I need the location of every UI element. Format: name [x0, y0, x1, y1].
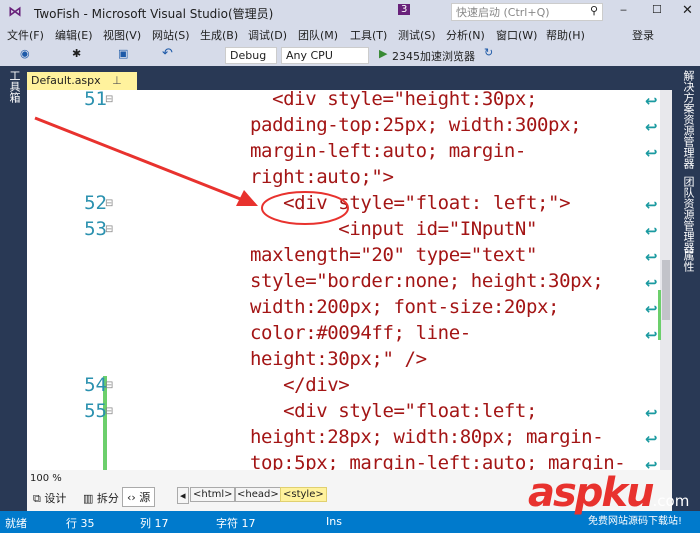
zoom-select[interactable]: 100 % — [30, 473, 62, 484]
login-link[interactable]: 登录 — [632, 27, 654, 43]
code-line: style="border:none; height:30px; — [250, 270, 604, 292]
window-title: TwoFish - Microsoft Visual Studio(管理员) — [34, 7, 274, 21]
menu-build[interactable]: 生成(B) — [200, 27, 238, 43]
split-view-button[interactable]: ▥ 拆分 — [83, 490, 119, 506]
menu-edit[interactable]: 编辑(E) — [55, 27, 93, 43]
split-label: 拆分 — [96, 492, 119, 505]
status-mode: Ins — [326, 515, 342, 528]
fold-icon[interactable]: ⊟ — [105, 406, 113, 417]
word-wrap-icon: ↩ — [645, 326, 658, 344]
watermark-suffix: .com — [652, 492, 690, 510]
crumb-style[interactable]: <style> — [280, 487, 327, 502]
refresh-icon[interactable]: ↻ — [484, 46, 493, 59]
scroll-change-marker — [658, 290, 661, 340]
status-ready: 就绪 — [5, 517, 27, 530]
search-icon: ⚲ — [589, 4, 598, 17]
menu-test[interactable]: 测试(S) — [398, 27, 436, 43]
properties-tab[interactable]: 属性 — [680, 250, 696, 272]
code-line: height:28px; width:80px; margin- — [250, 426, 604, 448]
source-label: 源 — [139, 491, 151, 504]
word-wrap-icon: ↩ — [645, 144, 658, 162]
word-wrap-icon: ↩ — [645, 456, 658, 470]
word-wrap-icon: ↩ — [645, 404, 658, 422]
pin-icon[interactable]: ⊥ — [112, 74, 122, 87]
word-wrap-icon: ↩ — [645, 196, 658, 214]
maximize-button[interactable]: ☐ — [652, 3, 662, 16]
watermark-slogan: 免费网站源码下载站! — [588, 516, 683, 527]
quick-launch-input[interactable]: 快速启动 (Ctrl+Q) ⚲ — [451, 3, 603, 21]
design-label: 设计 — [44, 492, 67, 505]
crumb-back-icon[interactable]: ◂ — [177, 487, 189, 504]
crumb-head[interactable]: <head> — [234, 487, 282, 502]
minimize-button[interactable]: ‒ — [620, 3, 627, 16]
status-char: 字符 17 — [216, 517, 256, 530]
crumb-html[interactable]: <html> — [190, 487, 236, 502]
solution-explorer-tab[interactable]: 解决方案资源管理器 — [680, 70, 696, 169]
code-line: maxlength="20" type="text" — [250, 244, 538, 266]
tab-default-aspx[interactable]: Default.aspx ⊥ × — [27, 72, 137, 100]
config-select[interactable]: Debug — [225, 47, 277, 64]
title-bar: ⋈ TwoFish - Microsoft Visual Studio(管理员)… — [0, 0, 700, 24]
toolbar: ◉ ✱ ▣ ↶ Debug Any CPU ▶ 2345加速浏览器 ↻ — [0, 44, 700, 66]
watermark-logo: aspku.com 免费网站源码下载站! — [528, 470, 690, 527]
code-line: width:200px; font-size:20px; — [250, 296, 560, 318]
platform-select[interactable]: Any CPU — [281, 47, 369, 64]
menu-view[interactable]: 视图(V) — [103, 27, 141, 43]
new-project-icon[interactable]: ✱ — [72, 47, 81, 60]
menu-file[interactable]: 文件(F) — [7, 27, 44, 43]
status-col: 列 17 — [140, 517, 169, 530]
word-wrap-icon: ↩ — [645, 274, 658, 292]
status-row: 行 35 — [66, 517, 95, 530]
source-view-button[interactable]: ‹› 源 — [122, 487, 156, 507]
word-wrap-icon: ↩ — [645, 222, 658, 240]
word-wrap-icon: ↩ — [645, 118, 658, 136]
menu-analyze[interactable]: 分析(N) — [446, 27, 485, 43]
undo-icon[interactable]: ↶ — [162, 46, 173, 61]
menu-tools[interactable]: 工具(T) — [350, 27, 387, 43]
vs-logo-icon: ⋈ — [8, 4, 22, 20]
scrollbar-thumb[interactable] — [662, 260, 670, 320]
menu-website[interactable]: 网站(S) — [152, 27, 190, 43]
code-line: </div> — [250, 374, 350, 396]
menu-team[interactable]: 团队(M) — [298, 27, 338, 43]
tab-label: Default.aspx — [31, 74, 101, 87]
run-target-button[interactable]: 2345加速浏览器 — [392, 48, 475, 64]
line-number: 54 — [84, 374, 107, 396]
vertical-scrollbar[interactable] — [658, 90, 672, 470]
close-window-button[interactable]: ✕ — [682, 3, 693, 18]
menu-help[interactable]: 帮助(H) — [546, 27, 585, 43]
line-number: 55 — [84, 400, 107, 422]
word-wrap-icon: ↩ — [645, 300, 658, 318]
annotation-arrow — [34, 116, 249, 204]
quick-launch-placeholder: 快速启动 (Ctrl+Q) — [456, 6, 550, 19]
design-view-button[interactable]: ⧉ 设计 — [33, 490, 66, 506]
annotation-overlay — [34, 116, 349, 225]
code-line: color:#0094ff; line- — [250, 322, 471, 344]
save-icon[interactable]: ▣ — [118, 47, 128, 60]
code-line: <div style="float:left; — [250, 400, 538, 422]
annotation-circle — [261, 191, 349, 225]
menu-bar: 文件(F) 编辑(E) 视图(V) 网站(S) 生成(B) 调试(D) 团队(M… — [0, 24, 700, 44]
menu-window[interactable]: 窗口(W) — [496, 27, 537, 43]
word-wrap-icon: ↩ — [645, 430, 658, 448]
back-icon[interactable]: ◉ — [20, 47, 30, 60]
fold-icon[interactable]: ⊟ — [105, 380, 113, 391]
code-line: height:30px;" /> — [250, 348, 427, 370]
word-wrap-icon: ↩ — [645, 248, 658, 266]
menu-debug[interactable]: 调试(D) — [248, 27, 287, 43]
watermark-brand: aspku — [528, 470, 655, 516]
code-line: top:5px; margin-left:auto; margin- — [250, 452, 626, 470]
word-wrap-icon: ↩ — [645, 92, 658, 110]
run-icon[interactable]: ▶ — [379, 47, 387, 60]
team-explorer-tab[interactable]: 团队资源管理器 — [680, 176, 696, 253]
notification-badge[interactable]: 3 — [398, 4, 411, 15]
